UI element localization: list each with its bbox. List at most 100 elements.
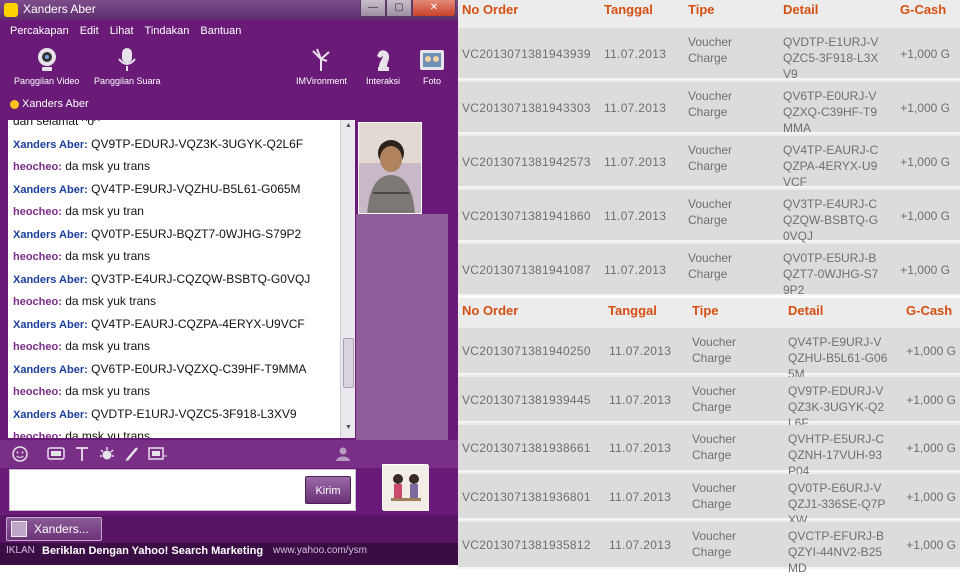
voucher-code-cell: QVDTP-E1URJ-VQZC5-3F918-L3XV9 <box>783 35 879 81</box>
ad-bar: IKLAN Beriklan Dengan Yahoo! Search Mark… <box>0 543 458 565</box>
conversation-tabs: Xanders... <box>0 515 458 543</box>
voucher-code-cell: QV0TP-E6URJ-VQZJ1-336SE-Q7PXW <box>788 480 886 527</box>
menu-percakapan[interactable]: Percakapan <box>0 22 69 42</box>
maximize-button[interactable]: ▢ <box>386 0 412 17</box>
date-cell: 11.07.2013 <box>609 441 672 455</box>
message-sender: heocheo: <box>13 206 62 218</box>
close-button[interactable]: ✕ <box>412 0 456 17</box>
message-scrollbar[interactable]: ▲ ▼ <box>340 120 355 438</box>
message-text: QV4TP-E9URJ-VQZHU-B5L61-G065M <box>91 181 301 196</box>
messenger-icon <box>4 3 18 17</box>
table-row: VC2013071381942573 11.07.2013 Voucher Char… <box>458 136 960 189</box>
message-sender: Xanders Aber: <box>13 273 88 286</box>
type-cell: Voucher Charge <box>692 480 737 511</box>
chat-message: heocheo: da msk yu trans <box>13 249 150 263</box>
message-text: QVDTP-E1URJ-VQZC5-3F918-L3XV9 <box>91 406 297 421</box>
message-sender: Xanders Aber: <box>13 408 88 421</box>
side-panel <box>356 214 448 442</box>
menu-edit[interactable]: Edit <box>70 22 99 42</box>
table-row: VC2013071381939445 11.07.2013 Voucher Char… <box>458 376 960 430</box>
message-history[interactable]: dan selamat ^o^ Xanders Aber: QV9TP-EDURJ… <box>8 120 355 438</box>
emoticon-icon[interactable] <box>12 446 28 462</box>
video-call-button[interactable]: Panggilan Video <box>14 46 79 86</box>
type-cell: Voucher Charge <box>688 197 733 227</box>
contact-avatar[interactable] <box>358 122 422 214</box>
message-sender: heocheo: <box>13 386 62 398</box>
text-format-icon[interactable] <box>74 446 90 462</box>
voice-call-button[interactable]: Panggilan Suara <box>94 46 161 86</box>
interaksi-button[interactable]: Interaksi <box>366 46 400 86</box>
minimize-button[interactable]: — <box>360 0 386 17</box>
message-text: da msk yu trans <box>65 159 150 173</box>
ad-label: IKLAN <box>6 545 35 556</box>
scroll-down-icon[interactable]: ▼ <box>341 424 356 436</box>
ad-url[interactable]: www.yahoo.com/ysm <box>273 545 367 556</box>
chat-message: Xanders Aber: QV6TP-E0URJ-VQZXQ-C39HF-T9… <box>13 362 307 376</box>
message-text: QV0TP-E5URJ-BQZT7-0WJHG-S79P2 <box>91 226 302 241</box>
date-cell: 11.07.2013 <box>609 344 672 358</box>
share-photos-icon[interactable] <box>148 446 167 462</box>
table-row: VC2013071381938661 11.07.2013 Voucher Char… <box>458 425 960 478</box>
buzz-icon[interactable] <box>99 446 115 462</box>
contact-thumbnail-icon <box>11 521 27 537</box>
date-cell: 11.07.2013 <box>609 489 672 504</box>
chat-message: heocheo: da msk yu trans <box>13 159 150 173</box>
order-number-cell: VC2013071381942573 <box>462 155 591 169</box>
foto-button[interactable]: Foto <box>418 46 446 86</box>
gcash-amount-cell: +1,000 G <box>906 538 956 552</box>
voucher-code-cell: QV6TP-E0URJ-VQZXQ-C39HF-T9MMA <box>783 89 878 135</box>
date-cell: 11.07.2013 <box>604 101 667 115</box>
chat-message: heocheo: da msk yuk trans <box>13 294 156 308</box>
menu-lihat[interactable]: Lihat <box>100 22 134 42</box>
gcash-history-table-2: No Order Tanggal Tipe Detail G-Cash VC20… <box>458 298 960 575</box>
audible-icon[interactable] <box>47 446 65 462</box>
message-text: dan selamat ^o^ <box>13 120 100 128</box>
flower-icon <box>307 46 335 74</box>
chat-message: Xanders Aber: QV4TP-EAURJ-CQZPA-4ERYX-U9… <box>13 317 305 331</box>
date-cell: 11.07.2013 <box>604 263 667 277</box>
order-number-cell: VC2013071381941860 <box>462 209 591 223</box>
message-sender: heocheo: <box>13 341 62 353</box>
chat-message: Xanders Aber: QV9TP-EDURJ-VQZ3K-3UGYK-Q2… <box>13 137 303 151</box>
type-cell: Voucher Charge <box>692 529 737 559</box>
type-cell: Voucher Charge <box>688 251 733 281</box>
message-sender: Xanders Aber: <box>13 183 88 196</box>
my-avatar[interactable] <box>382 464 429 511</box>
date-cell: 11.07.2013 <box>604 47 667 61</box>
table-row: VC2013071381943939 11.07.2013 Voucher Char… <box>458 28 960 81</box>
order-number-cell: VC2013071381939445 <box>462 392 591 407</box>
message-sender: heocheo: <box>13 431 62 438</box>
message-input[interactable] <box>9 469 356 511</box>
gcash-amount-cell: +1,000 G <box>900 47 950 61</box>
table-row: VC2013071381943303 11.07.2013 Voucher Char… <box>458 82 960 135</box>
contact-info-icon[interactable] <box>334 446 350 462</box>
scroll-thumb[interactable] <box>343 338 354 388</box>
order-number-cell: VC2013071381943939 <box>462 47 591 61</box>
message-text: QV6TP-E0URJ-VQZXQ-C39HF-T9MMA <box>91 361 307 376</box>
imvironment-button[interactable]: IMVironment <box>296 46 347 86</box>
send-button[interactable]: Kirim <box>305 476 351 504</box>
message-text: da msk yu trans <box>65 429 150 438</box>
date-cell: 11.07.2013 <box>604 155 667 169</box>
message-sender: heocheo: <box>13 251 62 263</box>
conversation-tab[interactable]: Xanders... <box>6 517 102 541</box>
ad-link[interactable]: Beriklan Dengan Yahoo! Search Marketing <box>42 545 263 557</box>
menu-tindakan[interactable]: Tindakan <box>135 22 190 42</box>
chat-message: Xanders Aber: QV4TP-E9URJ-VQZHU-B5L61-G0… <box>13 182 301 196</box>
table-row: VC2013071381941860 11.07.2013 Voucher Char… <box>458 190 960 243</box>
gcash-amount-cell: +1,000 G <box>906 392 956 407</box>
table-row: VC2013071381935812 11.07.2013 Voucher Char… <box>458 522 960 575</box>
voucher-code-cell: QVCTP-EFURJ-BQZYI-44NV2-B25MD <box>788 529 884 575</box>
toolbar: Panggilan Video Panggilan Suara IMVironm… <box>0 42 458 94</box>
doodle-icon[interactable] <box>124 446 140 462</box>
microphone-icon <box>113 46 141 74</box>
table-row: VC2013071381940250 11.07.2013 Voucher Char… <box>458 328 960 381</box>
gcash-amount-cell: +1,000 G <box>900 263 950 277</box>
order-number-cell: VC2013071381936801 <box>462 489 591 504</box>
message-sender: Xanders Aber: <box>13 228 88 241</box>
type-cell: Voucher Charge <box>688 89 733 119</box>
menu-bantuan[interactable]: Bantuan <box>190 22 241 42</box>
voucher-code-cell: QVHTP-E5URJ-CQZNH-17VUH-93P04 <box>788 432 885 478</box>
gcash-amount-cell: +1,000 G <box>900 101 950 115</box>
scroll-up-icon[interactable]: ▲ <box>341 122 356 134</box>
